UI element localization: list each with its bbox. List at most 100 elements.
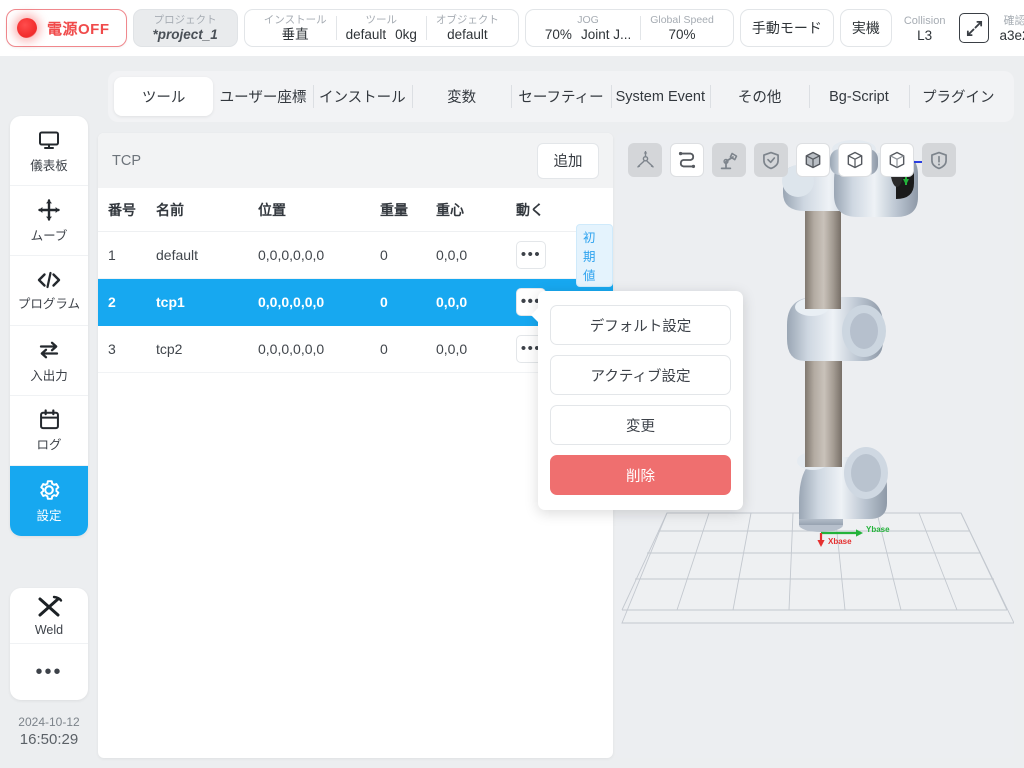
power-off-button[interactable]: 電源OFF bbox=[6, 9, 127, 47]
tool-weight: 0kg bbox=[395, 27, 417, 42]
table-row[interactable]: 1 default 0,0,0,0,0,0 0 0,0,0 ••• 初期値 bbox=[98, 223, 613, 287]
menu-item-delete[interactable]: 削除 bbox=[550, 455, 731, 495]
sidebar-item-dashboard[interactable]: 儀表板 bbox=[10, 116, 88, 186]
sidebar-item-more[interactable]: ••• bbox=[10, 644, 88, 700]
tcp-panel-header: TCP 追加 bbox=[98, 133, 613, 188]
power-indicator-icon bbox=[17, 18, 37, 38]
tool-field[interactable]: ツール default 0kg bbox=[337, 14, 426, 42]
monitor-icon bbox=[39, 131, 59, 149]
robot-link-upper bbox=[805, 209, 841, 309]
cell-weight: 0 bbox=[380, 247, 388, 263]
tab-system-event[interactable]: System Event bbox=[610, 77, 710, 116]
install-value: 垂直 bbox=[281, 27, 309, 42]
sidebar-item-weld[interactable]: Weld bbox=[10, 588, 88, 644]
cell-weight: 0 bbox=[380, 341, 388, 357]
tab-safety[interactable]: セーフティー bbox=[511, 77, 610, 116]
page-title: TCP bbox=[112, 152, 141, 169]
table-row[interactable]: 3 tcp2 0,0,0,0,0,0 0 0,0,0 ••• bbox=[98, 326, 613, 373]
column-header-action: 動く bbox=[516, 201, 544, 218]
menu-item-default-setting[interactable]: デフォルト設定 bbox=[550, 305, 731, 345]
cube-solid-icon[interactable] bbox=[796, 143, 830, 177]
cube-wire-icon[interactable] bbox=[838, 143, 872, 177]
install-tool-object-chip[interactable]: インストール 垂直 ツール default 0kg オブジェクト default bbox=[243, 9, 519, 47]
tab-other[interactable]: その他 bbox=[709, 77, 809, 116]
trajectory-path-icon[interactable] bbox=[670, 143, 704, 177]
cell-position: 0,0,0,0,0,0 bbox=[258, 341, 325, 357]
sidebar-item-settings[interactable]: 設定 bbox=[10, 466, 88, 536]
io-exchange-icon bbox=[39, 341, 59, 358]
tab-plugin[interactable]: プラグイン bbox=[908, 77, 1008, 116]
viewer-toolbar bbox=[628, 143, 956, 177]
add-button[interactable]: 追加 bbox=[537, 142, 599, 179]
object-value: default bbox=[447, 27, 488, 42]
manual-mode-button[interactable]: 手動モード bbox=[739, 9, 834, 47]
cell-position: 0,0,0,0,0,0 bbox=[258, 247, 325, 263]
column-header-weight: 重量 bbox=[380, 201, 408, 218]
expand-arrows-icon[interactable] bbox=[959, 13, 990, 43]
real-machine-button[interactable]: 実機 bbox=[839, 9, 892, 47]
column-header-position: 位置 bbox=[258, 201, 286, 218]
system-clock: 2024-10-12 16:50:29 bbox=[10, 714, 88, 749]
more-dots-icon: ••• bbox=[35, 661, 63, 683]
sidebar-item-label: Weld bbox=[34, 623, 64, 637]
menu-item-edit[interactable]: 変更 bbox=[550, 405, 731, 445]
jog-key: JOG bbox=[577, 14, 599, 26]
jog-field[interactable]: JOG 70% Joint J... bbox=[536, 14, 640, 42]
shield-check-icon[interactable] bbox=[754, 143, 788, 177]
left-sidebar-secondary: Weld ••• bbox=[10, 588, 88, 700]
confirm-value: a3e2 bbox=[999, 27, 1024, 43]
column-header-no: 番号 bbox=[108, 201, 136, 218]
install-key: インストール bbox=[263, 14, 327, 26]
cell-position: 0,0,0,0,0,0 bbox=[258, 294, 325, 310]
code-icon bbox=[37, 271, 61, 288]
project-value: *project_1 bbox=[152, 27, 218, 42]
sidebar-item-label: ログ bbox=[36, 438, 62, 452]
sidebar-item-label: 設定 bbox=[36, 509, 62, 523]
tool-value: default bbox=[345, 27, 387, 42]
tool-key: ツール bbox=[365, 14, 397, 26]
left-sidebar: 儀表板 ムーブ プログラム 入出力 ログ 設定 bbox=[10, 116, 88, 536]
tab-user-coord[interactable]: ユーザー座標 bbox=[213, 77, 312, 116]
robot-arm-icon[interactable] bbox=[712, 143, 746, 177]
cell-no: 3 bbox=[108, 341, 116, 357]
table-header-row: 番号 名前 位置 重量 重心 動く bbox=[98, 188, 613, 232]
project-chip[interactable]: プロジェクト *project_1 bbox=[132, 9, 238, 47]
top-status-bar: 電源OFF プロジェクト *project_1 インストール 垂直 ツール de… bbox=[0, 0, 1024, 56]
install-field[interactable]: インストール 垂直 bbox=[255, 14, 336, 42]
sidebar-item-move[interactable]: ムーブ bbox=[10, 186, 88, 256]
main-tab-bar: ツール ユーザー座標 インストール 変数 セーフティー System Event… bbox=[108, 71, 1014, 122]
cell-name: tcp1 bbox=[156, 294, 185, 310]
object-field[interactable]: オブジェクト default bbox=[427, 14, 508, 42]
sidebar-item-label: 入出力 bbox=[30, 368, 68, 383]
project-key: プロジェクト bbox=[153, 14, 217, 26]
menu-item-active-setting[interactable]: アクティブ設定 bbox=[550, 355, 731, 395]
calendar-icon bbox=[39, 409, 59, 430]
cell-cog: 0,0,0 bbox=[436, 294, 468, 310]
row-action-menu-button[interactable]: ••• bbox=[516, 241, 546, 269]
sidebar-item-label: 儀表板 bbox=[30, 158, 68, 173]
cell-name: tcp2 bbox=[156, 341, 183, 357]
status-badge: 初期値 bbox=[576, 223, 613, 287]
clock-time: 16:50:29 bbox=[19, 731, 79, 748]
coordinate-axes-icon[interactable] bbox=[628, 143, 662, 177]
shield-alert-icon[interactable] bbox=[922, 143, 956, 177]
cube-outline-icon[interactable] bbox=[880, 143, 914, 177]
tab-variable[interactable]: 変数 bbox=[411, 77, 511, 116]
sidebar-item-label: ムーブ bbox=[30, 228, 68, 243]
tab-bg-script[interactable]: Bg-Script bbox=[809, 77, 908, 116]
sidebar-item-program[interactable]: プログラム bbox=[10, 256, 88, 326]
tcp-panel: TCP 追加 番号 名前 位置 重量 重心 動く 1 default 0,0,0… bbox=[98, 133, 613, 758]
global-speed-field[interactable]: Global Speed 70% bbox=[641, 14, 723, 42]
global-speed-value: 70% bbox=[668, 27, 696, 42]
jog-percent: 70% bbox=[544, 27, 572, 42]
sidebar-item-io[interactable]: 入出力 bbox=[10, 326, 88, 396]
speed-chip[interactable]: JOG 70% Joint J... Global Speed 70% bbox=[524, 9, 734, 47]
jog-mode: Joint J... bbox=[580, 27, 632, 42]
tab-install[interactable]: インストール bbox=[312, 77, 412, 116]
collision-level-display[interactable]: Collision L3 bbox=[898, 14, 952, 43]
confirm-key: 確認 bbox=[1003, 14, 1024, 27]
tab-tool[interactable]: ツール bbox=[114, 77, 214, 116]
base-x-axis-label: Xbase bbox=[828, 537, 852, 546]
sidebar-item-log[interactable]: ログ bbox=[10, 396, 88, 466]
column-header-name: 名前 bbox=[156, 201, 184, 218]
